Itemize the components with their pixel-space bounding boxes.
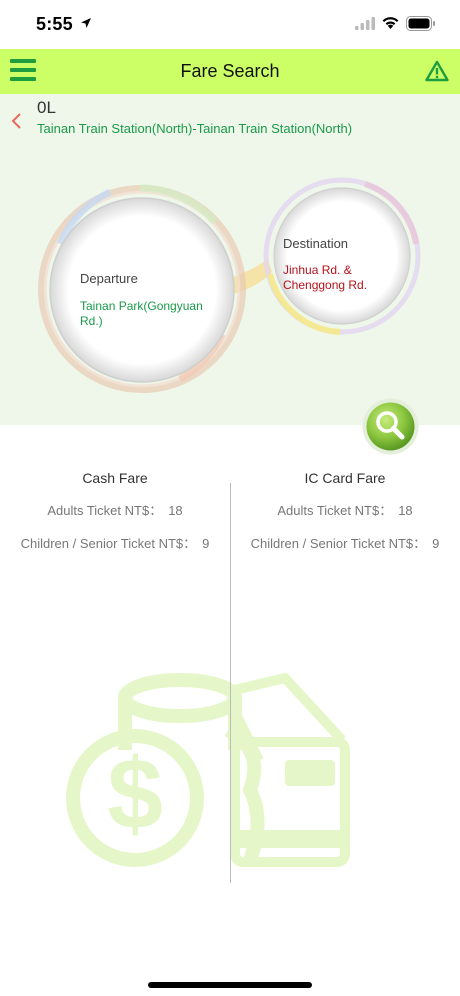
- location-arrow-icon: [81, 18, 91, 28]
- ic-child-value: 9: [432, 536, 440, 551]
- route-id: 0L: [37, 98, 56, 117]
- departure-label: Departure: [80, 271, 138, 286]
- status-bar: 5:55: [0, 0, 460, 49]
- nav-bar: Fare Search: [0, 49, 460, 94]
- cash-adult-label: Adults Ticket NT$：: [47, 503, 163, 518]
- ic-adult-label: Adults Ticket NT$：: [277, 503, 393, 518]
- page-title: Fare Search: [180, 61, 280, 81]
- home-indicator[interactable]: [148, 982, 312, 988]
- ic-adult-value: 18: [398, 503, 413, 518]
- departure-stop[interactable]: Tainan Park(Gongyuan Rd.): [80, 299, 220, 329]
- ic-card-fare-column: IC Card Fare Adults Ticket NT$： 18 Childr…: [230, 470, 460, 552]
- warning-triangle-icon[interactable]: [425, 60, 449, 82]
- cash-adult-value: 18: [168, 503, 183, 518]
- ic-child-label: Children / Senior Ticket NT$：: [250, 536, 427, 551]
- chevron-left-icon[interactable]: [10, 112, 24, 130]
- route-circles-graphic: [38, 177, 421, 393]
- wifi-icon: [382, 17, 399, 29]
- route-name: Tainan Train Station(North)-Tainan Train…: [37, 121, 353, 136]
- route-panel: 0L Tainan Train Station(North)-Tainan Tr…: [0, 94, 460, 455]
- cash-fare-column: Cash Fare Adults Ticket NT$： 18 Children …: [0, 470, 230, 552]
- cash-child-label: Children / Senior Ticket NT$：: [20, 536, 197, 551]
- search-button[interactable]: [361, 397, 420, 456]
- status-time: 5:55: [36, 14, 73, 34]
- cash-adult-fare: Adults Ticket NT$： 18: [0, 500, 230, 519]
- ic-card-fare-title: IC Card Fare: [304, 470, 386, 486]
- destination-stop[interactable]: Jinhua Rd. & Chenggong Rd.: [283, 263, 393, 293]
- cellular-signal-icon: [355, 17, 375, 30]
- ic-adult-fare: Adults Ticket NT$： 18: [230, 500, 460, 519]
- battery-icon: [406, 16, 435, 31]
- cash-child-value: 9: [202, 536, 210, 551]
- fare-background-illustration: $: [66, 672, 350, 867]
- destination-label: Destination: [283, 236, 349, 251]
- ic-child-fare: Children / Senior Ticket NT$： 9: [230, 533, 460, 552]
- cash-fare-title: Cash Fare: [82, 470, 148, 486]
- cash-child-fare: Children / Senior Ticket NT$： 9: [0, 533, 230, 552]
- svg-text:$: $: [107, 738, 163, 850]
